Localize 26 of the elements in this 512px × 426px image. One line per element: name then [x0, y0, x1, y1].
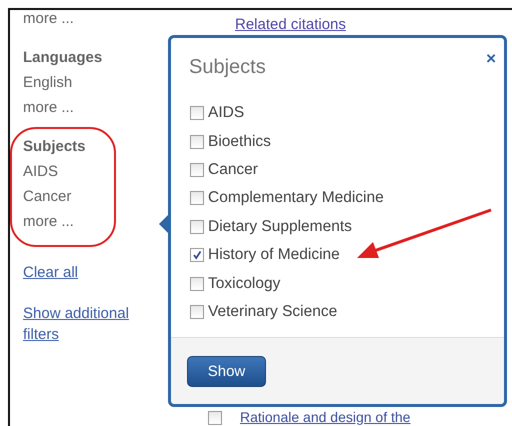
result-title-link[interactable]: Rationale and design of the: [240, 409, 410, 426]
checkbox[interactable]: [190, 276, 204, 291]
checkbox[interactable]: [190, 134, 204, 149]
option-label[interactable]: Dietary Supplements: [208, 218, 352, 236]
checkbox[interactable]: [190, 220, 204, 234]
related-citations-link[interactable]: Related citations: [235, 14, 346, 35]
option-label[interactable]: AIDS: [208, 104, 244, 122]
checkbox[interactable]: [190, 191, 204, 206]
show-button[interactable]: Show: [187, 356, 266, 386]
option-label[interactable]: Veterinary Science: [208, 302, 338, 321]
checkbox[interactable]: [190, 304, 204, 319]
additional-filters-link[interactable]: Show additional filters: [23, 303, 143, 345]
option-label[interactable]: Bioethics: [208, 132, 271, 151]
filter-heading: Languages: [23, 48, 104, 68]
option-label[interactable]: Toxicology: [208, 274, 280, 293]
close-button[interactable]: ×: [486, 52, 496, 66]
checkbox[interactable]: [190, 106, 204, 120]
option-label[interactable]: Cancer: [208, 160, 258, 179]
popup-title: Subjects: [189, 56, 266, 79]
more-link[interactable]: more ...: [23, 6, 173, 31]
checkbox[interactable]: [208, 410, 222, 424]
option-label[interactable]: Complementary Medicine: [208, 189, 384, 208]
checkbox[interactable]: [190, 162, 204, 177]
option-label[interactable]: History of Medicine: [208, 246, 340, 264]
filter-heading: Subjects: [23, 137, 87, 157]
checkbox[interactable]: [190, 248, 204, 262]
